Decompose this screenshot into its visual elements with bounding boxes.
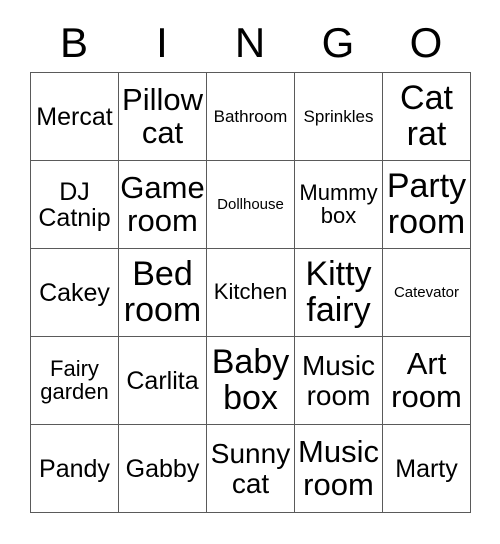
bingo-card: B I N G O Mercat Pillow cat Bathroom Spr… (30, 14, 471, 513)
bingo-cell[interactable]: Gabby (119, 425, 207, 513)
bingo-cell[interactable]: Dollhouse (207, 161, 295, 249)
bingo-cell[interactable]: Cat rat (383, 73, 471, 161)
bingo-header-row: B I N G O (30, 14, 470, 72)
bingo-cell-label: Sunny cat (210, 438, 291, 499)
bingo-cell[interactable]: Music room (295, 425, 383, 513)
bingo-cell[interactable]: Pillow cat (119, 73, 207, 161)
bingo-cell[interactable]: Fairy garden (31, 337, 119, 425)
bingo-cell[interactable]: Sunny cat (207, 425, 295, 513)
bingo-cell-label: Game room (120, 170, 205, 238)
bingo-cell-label: Sprinkles (303, 106, 374, 126)
bingo-cell-label: Gabby (125, 454, 200, 483)
bingo-cell[interactable]: Game room (119, 161, 207, 249)
bingo-header-letter-b: B (59, 19, 88, 66)
bingo-row: Fairy garden Carlita Baby box Music room… (31, 337, 471, 425)
bingo-cell-label: Mercat (36, 102, 113, 131)
bingo-cell-label: Catevator (393, 283, 460, 301)
bingo-cell[interactable]: DJ Catnip (31, 161, 119, 249)
bingo-cell-label: Pandy (39, 454, 110, 483)
bingo-cell[interactable]: Bathroom (207, 73, 295, 161)
bingo-cell-label: Mummy box (299, 179, 378, 228)
bingo-header-letter-i: I (156, 19, 168, 66)
bingo-cell-label: Fairy garden (40, 355, 109, 404)
bingo-row: Pandy Gabby Sunny cat Music room Marty (31, 425, 471, 513)
bingo-cell[interactable]: Sprinkles (295, 73, 383, 161)
bingo-cell[interactable]: Party room (383, 161, 471, 249)
bingo-cell-label: Pillow cat (122, 82, 203, 150)
bingo-cell[interactable]: Mercat (31, 73, 119, 161)
bingo-cell[interactable]: Marty (383, 425, 471, 513)
bingo-cell[interactable]: Kitty fairy (295, 249, 383, 337)
bingo-cell[interactable]: Carlita (119, 337, 207, 425)
bingo-cell-label: Kitty fairy (305, 255, 372, 329)
bingo-cell[interactable]: Kitchen (207, 249, 295, 337)
bingo-cell-label: Bathroom (213, 106, 288, 126)
bingo-cell[interactable]: Bed room (119, 249, 207, 337)
bingo-cell-label: Music room (298, 434, 379, 502)
bingo-cell-label: Cat rat (400, 79, 453, 153)
bingo-cell-label: Baby box (211, 343, 290, 417)
bingo-cell-label: Music room (301, 350, 376, 411)
bingo-cell-label: DJ Catnip (38, 177, 111, 232)
bingo-cell[interactable]: Cakey (31, 249, 119, 337)
bingo-cell-label: Bed room (123, 255, 202, 329)
bingo-row: Cakey Bed room Kitchen Kitty fairy Catev… (31, 249, 471, 337)
bingo-cell[interactable]: Mummy box (295, 161, 383, 249)
bingo-grid: Mercat Pillow cat Bathroom Sprinkles Cat… (30, 72, 471, 513)
bingo-header-letter-g: G (321, 19, 355, 66)
bingo-row: Mercat Pillow cat Bathroom Sprinkles Cat… (31, 73, 471, 161)
bingo-cell[interactable]: Art room (383, 337, 471, 425)
bingo-cell-label: Carlita (126, 366, 199, 395)
bingo-cell[interactable]: Baby box (207, 337, 295, 425)
bingo-cell-label: Cakey (39, 278, 110, 307)
bingo-cell-label: Party room (386, 167, 467, 241)
bingo-cell[interactable]: Catevator (383, 249, 471, 337)
bingo-cell[interactable]: Pandy (31, 425, 119, 513)
bingo-cell-label: Kitchen (213, 279, 288, 305)
bingo-header-letter-n: N (234, 19, 266, 66)
bingo-cell-label: Dollhouse (217, 195, 284, 213)
bingo-cell-label: Marty (395, 454, 458, 483)
bingo-row: DJ Catnip Game room Dollhouse Mummy box … (31, 161, 471, 249)
bingo-cell[interactable]: Music room (295, 337, 383, 425)
bingo-header-letter-o: O (409, 19, 443, 66)
bingo-cell-label: Art room (391, 346, 462, 414)
